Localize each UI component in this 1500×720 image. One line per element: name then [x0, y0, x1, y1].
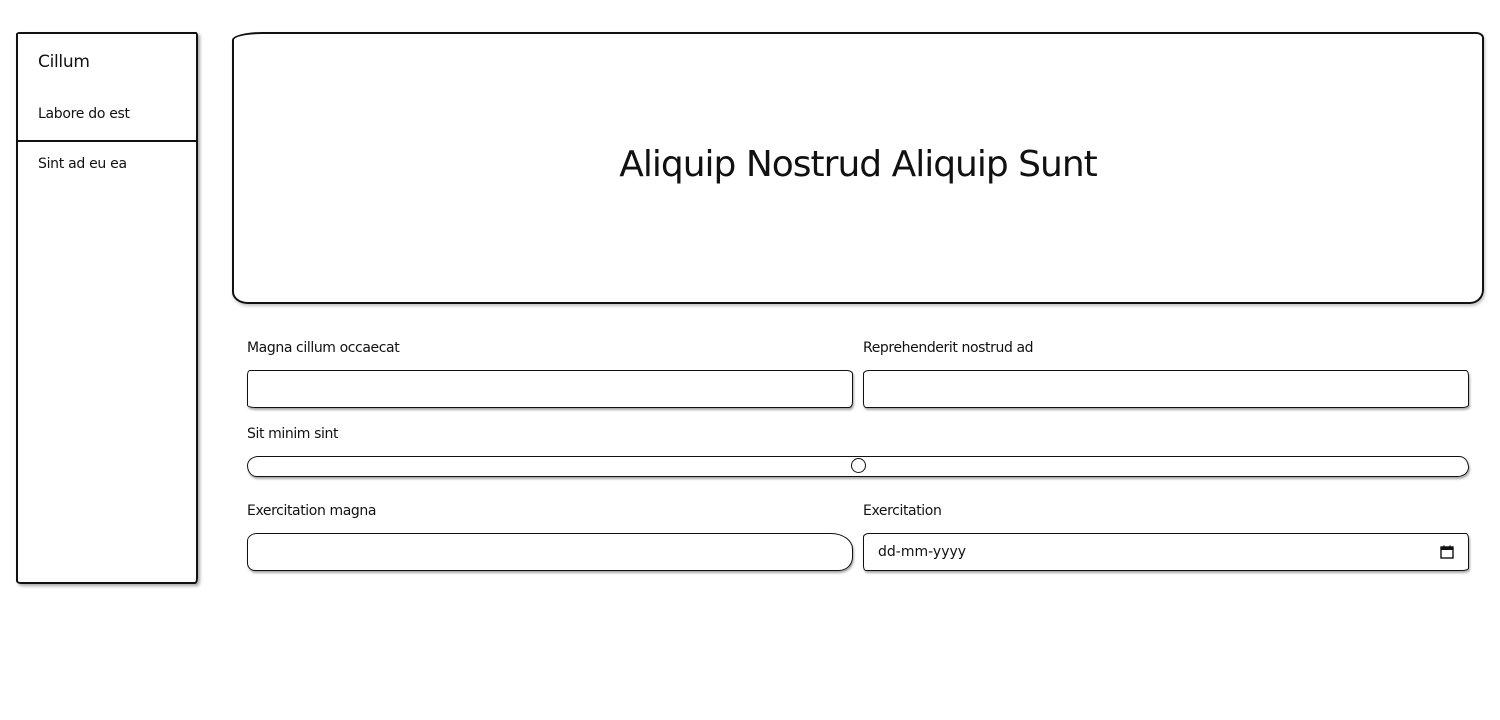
sidebar-divider [18, 140, 196, 142]
field-label-sit-minim-sint: Sit minim sint [247, 426, 339, 442]
field-label-exercitation: Exercitation [863, 503, 942, 519]
field-label-exercitation-magna: Exercitation magna [247, 503, 377, 519]
reprehenderit-nostrud-ad-input[interactable] [863, 370, 1469, 408]
date-placeholder: dd-mm-yyyy [878, 544, 967, 560]
sidebar: Cillum Labore do est Sint ad eu ea [16, 32, 198, 584]
sidebar-item-sint-ad-eu-ea[interactable]: Sint ad eu ea [38, 156, 127, 172]
field-label-magna-cillum-occaecat: Magna cillum occaecat [247, 340, 400, 356]
sidebar-item-labore-do-est[interactable]: Labore do est [38, 106, 130, 122]
calendar-icon[interactable] [1440, 545, 1454, 559]
slider-thumb[interactable] [850, 458, 866, 473]
magna-cillum-occaecat-input[interactable] [247, 370, 853, 408]
sit-minim-sint-slider[interactable] [247, 456, 1469, 477]
exercitation-magna-input[interactable] [247, 533, 853, 571]
hero-banner: Aliquip Nostrud Aliquip Sunt [232, 32, 1484, 304]
field-label-reprehenderit-nostrud-ad: Reprehenderit nostrud ad [863, 340, 1034, 356]
page: Cillum Labore do est Sint ad eu ea Aliqu… [0, 0, 1500, 720]
exercitation-date-input[interactable]: dd-mm-yyyy [863, 533, 1469, 571]
hero-title: Aliquip Nostrud Aliquip Sunt [619, 143, 1098, 185]
sidebar-title: Cillum [38, 52, 90, 72]
